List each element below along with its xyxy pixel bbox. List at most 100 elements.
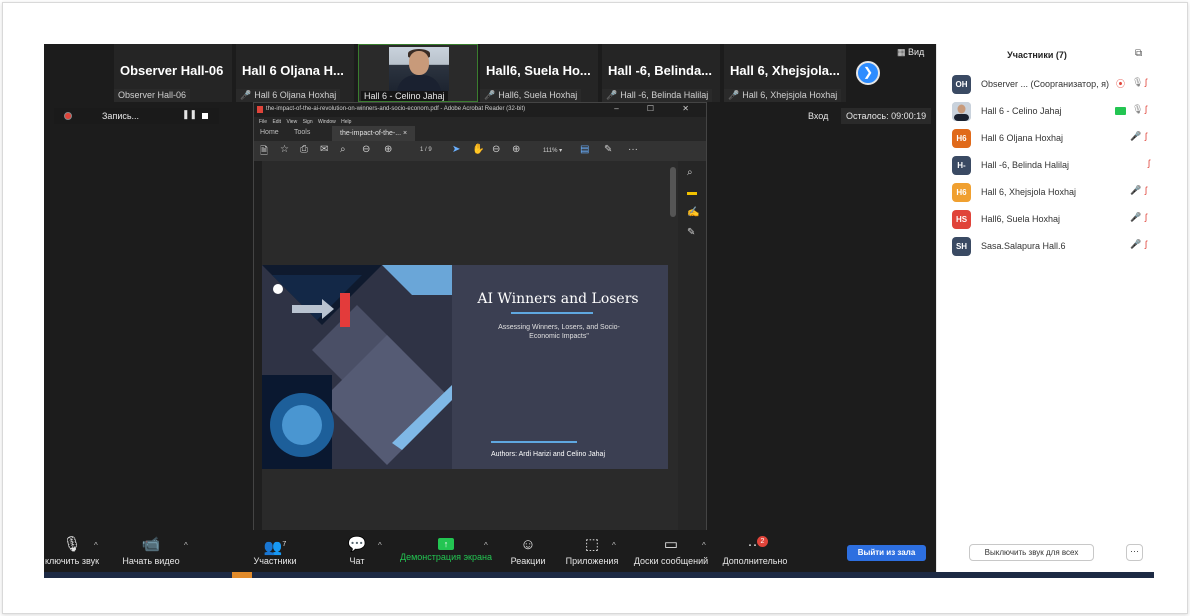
muted-mic-icon: 🎤 [1130,239,1142,249]
thumbnail-name: Hall 6 Oljana H... [242,63,344,78]
zoom-toolbar: 🎙 ключить звук ^ 📹 Начать видео ^ 👥7 Уча… [44,530,936,572]
chevron-up-icon[interactable]: ^ [94,541,98,550]
mute-label: ключить звук [44,556,100,566]
participant-row[interactable]: OH Observer ... (Соорганизатор, я) ⦿ 🎙 ʃ [952,74,1152,94]
apps-button[interactable]: ⬚ Приложения [560,530,624,572]
annotate-icon[interactable]: ✎ [604,144,612,155]
video-label: Начать видео [122,556,180,566]
edit-icon[interactable]: ✎ [687,227,695,238]
zoom-in-icon[interactable]: ⊕ [512,144,520,155]
leave-room-button[interactable]: Выйти из зала [847,545,926,561]
video-off-icon: ʃ [1145,239,1147,249]
more-button[interactable]: ··· Дополнительно [720,530,790,572]
recording-status-icon: ⦿ [1116,79,1126,89]
pause-recording-icon[interactable]: ❚❚ [182,109,197,120]
mute-all-button[interactable]: Выключить звук для всех [969,544,1094,561]
chat-icon: 💬 [347,536,367,553]
page-layout-icon[interactable]: ▤ [580,144,589,155]
participants-button[interactable]: 👥7 Участники [250,530,300,572]
participant-video [389,47,449,91]
grid-icon: ▦ [897,47,909,57]
participant-row[interactable]: H6 Hall 6 Oljana Hoxhaj 🎤 ʃ [952,128,1152,148]
chat-label: Чат [349,556,365,566]
more-options-button[interactable]: ··· [1126,544,1143,561]
participants-panel: Участники (7) ⧉ OH Observer ... (Соорган… [936,44,1158,572]
mail-icon[interactable]: ✉ [320,144,328,155]
chevron-up-icon[interactable]: ^ [184,541,188,550]
participant-name: Observer ... (Соорганизатор, я) [981,79,1109,89]
reactions-button[interactable]: ☺ Реакции [508,530,548,572]
video-off-icon: ʃ [1145,104,1147,114]
chat-button[interactable]: 💬 Чат [342,530,372,572]
more-icon: ··· [747,536,763,553]
muted-mic-icon: 🎤 [484,90,496,100]
search-icon[interactable]: ⌕ [340,144,346,155]
thumbnail-name: Observer Hall-06 [120,63,224,78]
page-up-icon[interactable]: ⊖ [362,144,370,155]
muted-mic-icon: 🎤 [1130,131,1142,141]
tab-tools[interactable]: Tools [294,129,310,136]
document-viewport[interactable]: AI Winners and Losers Assessing Winners,… [254,161,678,537]
chevron-up-icon[interactable]: ^ [612,541,616,550]
window-controls[interactable]: – ☐ ✕ [614,104,702,113]
view-button[interactable]: ▦ Вид [897,47,924,58]
title-rule [511,312,593,314]
select-cursor-icon[interactable]: ➤ [452,144,460,155]
share-label: Демонстрация экрана [400,552,492,562]
participant-row[interactable]: H- Hall -6, Belinda Halilaj ʃ [952,155,1152,175]
star-icon[interactable]: ☆ [280,144,289,155]
avatar-photo [952,102,971,121]
next-page-arrow-icon[interactable]: ❯ [856,61,880,85]
avatar [952,102,971,121]
popout-icon[interactable]: ⧉ [1135,48,1142,59]
zoom-meeting-area: Observer Hall-06 Hall 6 Oljana H... Hall… [44,44,936,572]
share-screen-button[interactable]: ↑ Демонстрация экрана [396,530,496,572]
thumbnail-sublabel: 🎤 Hall 6 Oljana Hoxhaj [236,89,341,102]
video-on-icon [1115,107,1126,115]
zoom-search-icon[interactable]: ⌕ [687,167,693,178]
zoom-level[interactable]: 111% ▾ [543,147,562,154]
acrobat-menu-bar[interactable]: File Edit View Sign Window Help [254,117,706,126]
comment-icon[interactable]: ▬ [687,187,697,198]
slide-title: AI Winners and Losers [477,291,639,307]
avatar: H6 [952,129,971,148]
page-down-icon[interactable]: ⊕ [384,144,392,155]
participant-row[interactable]: H6 Hall 6, Xhejsjola Hoxhaj 🎤 ʃ [952,182,1152,202]
tab-home[interactable]: Home [260,129,279,136]
chevron-up-icon[interactable]: ^ [484,541,488,550]
mute-button[interactable]: 🎙 ключить звук [44,530,100,572]
tab-document[interactable]: the-impact-of-the-... × [332,126,416,141]
vertical-scrollbar[interactable] [668,161,678,537]
start-video-button[interactable]: 📹 Начать видео [118,530,184,572]
participant-name: Hall 6, Xhejsjola Hoxhaj [981,187,1077,197]
chevron-up-icon[interactable]: ^ [702,541,706,550]
participant-name: Hall6, Suela Hoxhaj [981,214,1061,224]
chevron-up-icon[interactable]: ^ [378,541,382,550]
muted-mic-icon: 🎤 [240,90,252,100]
reactions-label: Реакции [510,556,546,566]
video-thumbnail-tile[interactable]: Hall 6 - Celino Jahaj [358,44,478,102]
whiteboards-button[interactable]: ▭ Доски сообщений [630,530,712,572]
participants-icon: 👥7 [263,539,287,556]
hand-icon[interactable]: ✋ [472,144,484,155]
microphone-icon: 🎙 [1132,104,1144,114]
participant-row[interactable]: SH Sasa.Salapura Hall.6 🎤 ʃ [952,236,1152,256]
print-icon[interactable]: ⎙ [300,144,308,155]
fill-sign-icon[interactable]: ✍ [687,207,699,218]
participant-name: Hall -6, Belinda Halilaj [981,160,1070,170]
reactions-icon: ☺ [520,536,536,553]
acrobat-tabs: Home Tools the-impact-of-the-... × [254,126,706,141]
stop-recording-icon[interactable] [202,113,208,119]
save-icon[interactable]: 🗎 [260,144,268,161]
enter-label[interactable]: Вход [808,111,828,121]
participant-name: Hall 6 Oljana Hoxhaj [981,133,1064,143]
participant-row[interactable]: HS Hall6, Suela Hoxhaj 🎤 ʃ [952,209,1152,229]
zoom-out-icon[interactable]: ⊖ [492,144,500,155]
video-off-icon: 📹 [141,536,161,553]
thumbnail-sublabel: Observer Hall-06 [114,89,191,102]
time-remaining: Осталось: 09:00:19 [841,108,931,124]
more-tools-icon[interactable]: ··· [628,144,638,155]
scrollbar-thumb[interactable] [670,167,676,217]
participant-row[interactable]: Hall 6 - Celino Jahaj 🎙 ʃ [952,101,1152,121]
page-indicator[interactable]: 1 / 9 [420,147,432,153]
